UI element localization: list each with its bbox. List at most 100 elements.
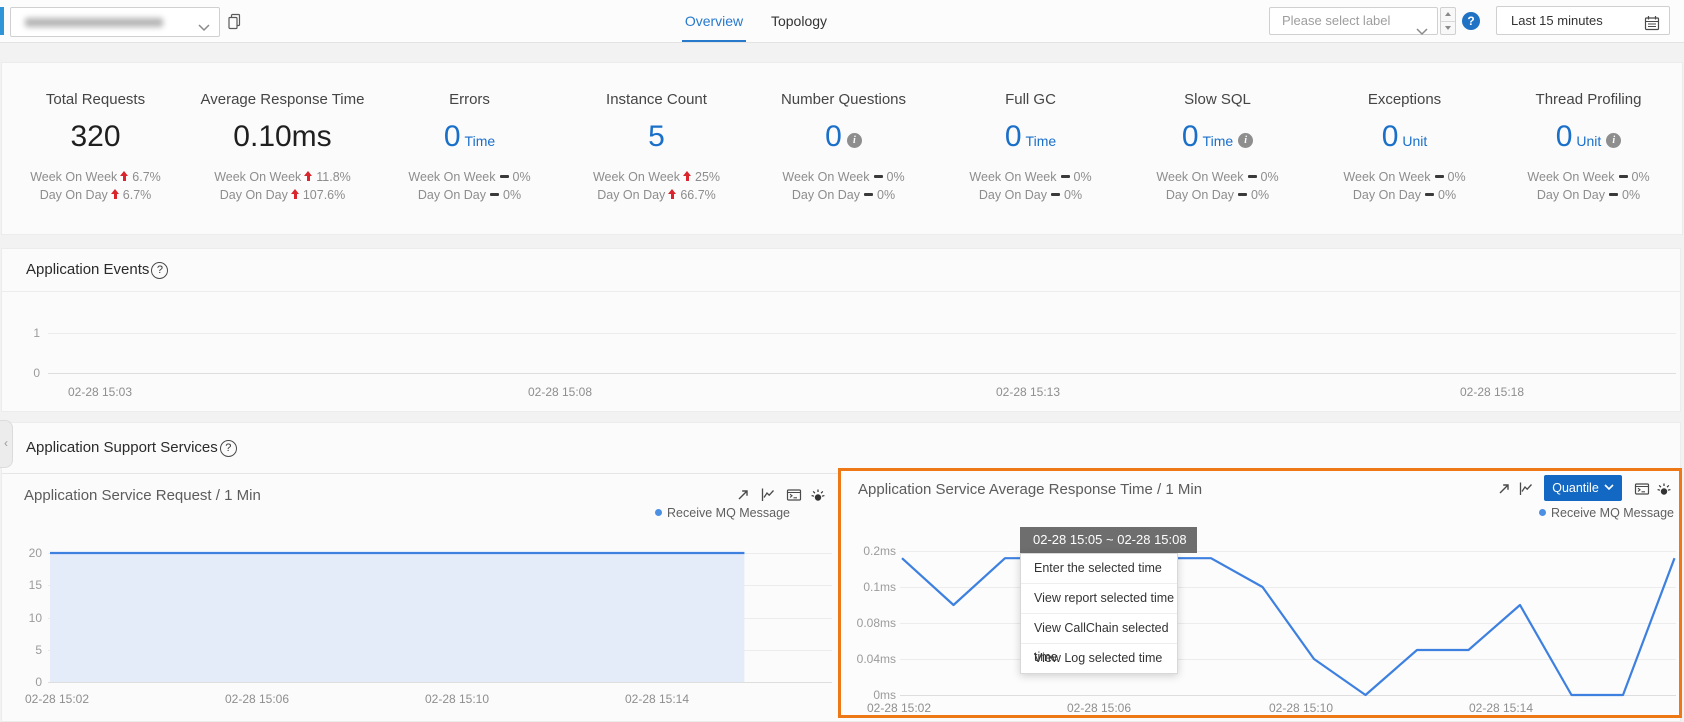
right-ytick: 0.04ms	[856, 652, 896, 666]
left-ytick: 10	[28, 611, 42, 625]
left-chart-legend[interactable]: Receive MQ Message	[560, 506, 790, 520]
right-chart-legend[interactable]: Receive MQ Message	[1444, 506, 1674, 520]
time-range-picker[interactable]: Last 15 minutes	[1496, 6, 1670, 35]
trend-flat-icon	[1425, 193, 1434, 196]
calendar-icon	[1644, 13, 1660, 40]
trend-flat-icon	[1051, 193, 1060, 196]
stat-title: Average Response Time	[200, 91, 365, 108]
trend-up-icon	[304, 171, 313, 181]
gridline	[48, 373, 1676, 374]
stat-card-errors: Errors 0 Time Week On Week 0% Day On Day 0%	[376, 63, 563, 202]
left-chart-title: Application Service Request / 1 Min	[24, 487, 261, 504]
label-select-placeholder: Please select label	[1282, 13, 1391, 28]
menu-item-enter-selected-time[interactable]: Enter the selected time	[1021, 554, 1177, 584]
metrics-panel: Total Requests 320 Week On Week 6.7% Day …	[1, 62, 1683, 235]
alert-icon[interactable]	[810, 487, 826, 508]
left-ytick: 15	[28, 578, 42, 592]
stat-card-full-gc: Full GC 0 Time Week On Week 0% Day On Day 0…	[937, 63, 1124, 202]
tab-overview[interactable]: Overview	[682, 0, 746, 42]
stat-value: 0	[443, 120, 461, 153]
right-xtick: 02-28 15:14	[1468, 701, 1534, 715]
expand-icon[interactable]	[1496, 481, 1512, 502]
events-xtick: 02-28 15:03	[67, 385, 133, 399]
info-icon[interactable]: i	[1238, 133, 1254, 148]
info-icon[interactable]: i	[846, 133, 862, 148]
terminal-icon[interactable]	[786, 487, 802, 508]
events-ytick: 0	[33, 366, 40, 380]
trend-up-icon	[120, 171, 129, 181]
trend-flat-icon	[1060, 175, 1070, 178]
stat-value: 0	[825, 120, 842, 153]
left-xtick: 02-28 15:02	[24, 692, 90, 706]
help-question-icon[interactable]: ?	[151, 262, 169, 279]
stat-title: Number Questions	[780, 91, 907, 108]
left-xtick: 02-28 15:06	[224, 692, 290, 706]
line-chart-icon[interactable]	[760, 487, 776, 508]
stat-title: Slow SQL	[1184, 91, 1251, 108]
application-select[interactable]	[10, 7, 220, 37]
application-events-header: Application Events?	[2, 249, 1680, 292]
right-xtick: 02-28 15:06	[1066, 701, 1132, 715]
stat-unit: Time	[1202, 133, 1234, 149]
right-xtick: 02-28 15:10	[1268, 701, 1334, 715]
trend-up-icon	[290, 189, 300, 199]
stat-title: Full GC	[1005, 91, 1056, 108]
topbar: Overview Topology Please select label ? …	[0, 0, 1684, 43]
right-ytick: 0ms	[873, 688, 896, 702]
label-select[interactable]: Please select label	[1269, 7, 1438, 36]
trend-flat-icon	[1434, 175, 1444, 178]
terminal-icon[interactable]	[1634, 481, 1650, 502]
line-chart-icon[interactable]	[1518, 481, 1534, 502]
info-icon[interactable]: i	[1606, 133, 1622, 148]
stat-title: Thread Profiling	[1535, 91, 1642, 108]
time-range-value: Last 15 minutes	[1511, 13, 1603, 28]
selected-time-range-tooltip: 02-28 15:05 ~ 02-28 15:08	[1020, 527, 1197, 553]
stat-title: Errors	[449, 91, 490, 108]
stat-card-slow-sql: Slow SQL 0 Time i Week On Week 0% Day On Da…	[1124, 63, 1311, 202]
tab-topology[interactable]: Topology	[766, 0, 832, 40]
events-xtick: 02-28 15:13	[995, 385, 1061, 399]
menu-item-view-callchain-selected-time[interactable]: View CallChain selected time	[1021, 614, 1177, 664]
right-ytick: 0.1ms	[863, 580, 896, 594]
events-ytick: 1	[33, 326, 40, 340]
trend-up-icon	[668, 189, 677, 199]
chevron-down-icon	[1416, 19, 1428, 45]
stat-unit: Unit	[1576, 133, 1602, 149]
apm-dashboard-page: Overview Topology Please select label ? …	[0, 0, 1684, 722]
application-events-panel: Application Events?	[1, 248, 1681, 412]
brand-accent-bar	[0, 7, 4, 35]
help-icon[interactable]: ?	[1462, 12, 1480, 30]
left-xtick: 02-28 15:10	[424, 692, 490, 706]
right-chart-title: Application Service Average Response Tim…	[858, 481, 1203, 498]
quantile-dropdown-button[interactable]: Quantile	[1544, 475, 1622, 501]
stat-card-number-questions: Number Questions 0i Week On Week 0% Day O…	[750, 63, 937, 202]
stepper-down-icon[interactable]	[1441, 21, 1455, 35]
avg-response-time-chart-plot[interactable]	[900, 540, 1676, 700]
menu-item-view-report-selected-time[interactable]: View report selected time	[1021, 584, 1177, 614]
stat-card-exceptions: Exceptions 0 Unit Week On Week 0% Day On D…	[1311, 63, 1498, 202]
menu-item-view-log-selected-time[interactable]: View Log selected time	[1021, 644, 1177, 673]
stat-card-avg-response-time: Average Response Time 0.10ms Week On Wee…	[189, 63, 376, 202]
left-ytick: 5	[35, 643, 42, 657]
alert-icon[interactable]	[1656, 481, 1672, 502]
copy-icon[interactable]	[227, 13, 242, 35]
stat-title: Total Requests	[45, 91, 146, 108]
help-question-icon[interactable]: ?	[219, 440, 237, 457]
collapse-sidebar-handle[interactable]: ‹	[0, 420, 13, 468]
legend-dot	[655, 509, 663, 516]
events-xtick: 02-28 15:18	[1459, 385, 1525, 399]
trend-flat-icon	[499, 175, 509, 178]
chevron-down-icon	[198, 19, 210, 37]
stat-card-thread-profiling: Thread Profiling 0 Unit i Week On Week 0% D…	[1495, 63, 1682, 202]
stat-unit: Unit	[1402, 133, 1428, 149]
events-xtick: 02-28 15:08	[527, 385, 593, 399]
legend-dot	[1539, 509, 1547, 516]
trend-flat-icon	[873, 175, 883, 178]
trend-flat-icon	[1238, 193, 1247, 196]
stepper-up-icon[interactable]	[1441, 8, 1455, 21]
right-ytick: 0.08ms	[856, 616, 896, 630]
expand-icon[interactable]	[735, 487, 751, 508]
service-request-chart-plot[interactable]	[48, 546, 832, 686]
label-stepper[interactable]	[1440, 7, 1456, 35]
chart-context-menu: Enter the selected time View report sele…	[1020, 553, 1178, 674]
